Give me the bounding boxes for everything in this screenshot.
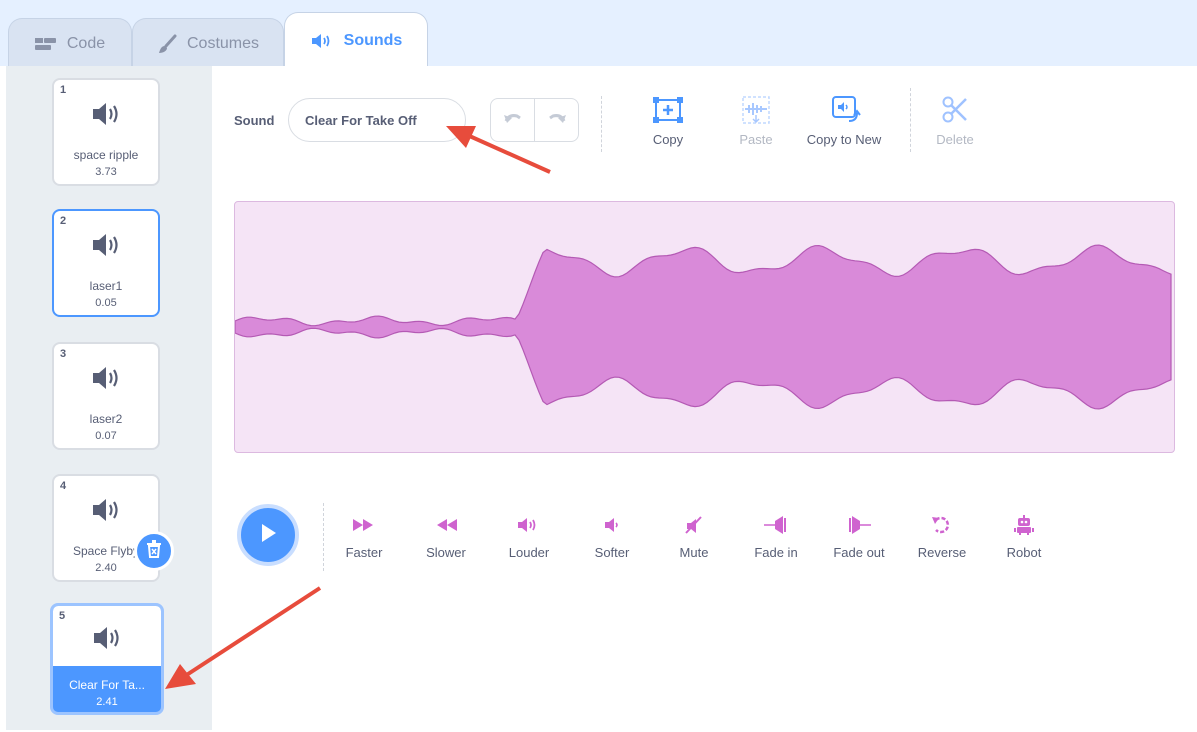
speaker-icon xyxy=(90,231,126,264)
effect-fade-in-button[interactable]: Fade in xyxy=(736,513,816,560)
effect-softer-label: Softer xyxy=(594,545,630,560)
effect-slower-label: Slower xyxy=(426,545,466,560)
code-icon xyxy=(34,37,57,51)
effect-fade-in-label: Fade in xyxy=(754,545,798,560)
play-button[interactable] xyxy=(237,504,299,566)
sound-item-1[interactable]: 1 space ripple 3.73 xyxy=(52,78,160,186)
sound-name: laser1 xyxy=(89,279,123,293)
faster-icon xyxy=(324,513,404,537)
waveform xyxy=(235,244,1172,410)
speaker-icon xyxy=(90,496,126,529)
undo-icon xyxy=(503,111,523,129)
redo-button[interactable] xyxy=(534,99,578,141)
effect-reverse-label: Reverse xyxy=(917,545,967,560)
brush-icon xyxy=(157,34,177,54)
effect-softer-button[interactable]: Softer xyxy=(572,513,652,560)
delete-label: Delete xyxy=(936,132,974,147)
sound-name-label: Sound xyxy=(234,113,275,128)
scissors-icon xyxy=(940,96,970,128)
slower-icon xyxy=(406,513,486,537)
sound-item-2[interactable]: 2 laser1 0.05 xyxy=(52,209,160,317)
tab-sounds-label: Sounds xyxy=(343,31,403,49)
waveform-panel[interactable] xyxy=(234,201,1175,453)
sound-item-5[interactable]: 5 Clear For Ta... 2.41 xyxy=(50,603,164,715)
effect-faster-button[interactable]: Faster xyxy=(324,513,404,560)
effect-mute-button[interactable]: Mute xyxy=(654,513,734,560)
tab-code-label: Code xyxy=(66,34,106,52)
sound-duration: 3.73 xyxy=(95,166,117,178)
effect-fade-out-button[interactable]: Fade out xyxy=(819,513,899,560)
copy-icon xyxy=(651,97,685,128)
copy-to-new-icon xyxy=(827,96,861,128)
tab-code[interactable]: Code xyxy=(8,18,132,68)
waveform-shape xyxy=(235,244,1172,410)
paste-button[interactable]: Paste xyxy=(727,95,785,147)
undo-redo-group xyxy=(490,98,579,142)
paste-label: Paste xyxy=(739,132,773,147)
fade-out-icon xyxy=(819,513,899,537)
fade-in-icon xyxy=(736,513,816,537)
robot-icon xyxy=(984,513,1064,537)
sound-name: laser2 xyxy=(89,412,123,426)
toolbar-divider xyxy=(910,88,911,152)
effect-robot-label: Robot xyxy=(1006,545,1042,560)
effect-faster-label: Faster xyxy=(345,545,383,560)
louder-icon xyxy=(489,513,569,537)
copy-label: Copy xyxy=(652,132,684,147)
speaker-icon xyxy=(90,364,126,397)
copy-to-new-label: Copy to New xyxy=(806,132,882,147)
effect-slower-button[interactable]: Slower xyxy=(406,513,486,560)
sound-name: Clear For Ta... xyxy=(69,678,145,692)
effect-mute-label: Mute xyxy=(679,545,709,560)
undo-button[interactable] xyxy=(491,99,534,141)
sound-number: 4 xyxy=(60,480,67,492)
tab-costumes[interactable]: Costumes xyxy=(132,18,284,68)
effect-louder-label: Louder xyxy=(508,545,550,560)
sound-name: space ripple xyxy=(73,148,139,162)
softer-icon xyxy=(572,513,652,537)
sound-duration: 2.41 xyxy=(96,696,118,708)
paste-icon xyxy=(739,96,773,128)
speaker-icon xyxy=(90,100,126,133)
mute-icon xyxy=(654,513,734,537)
speaker-icon xyxy=(91,624,127,657)
effect-fade-out-label: Fade out xyxy=(833,545,885,560)
tab-costumes-label: Costumes xyxy=(186,34,260,52)
sound-number: 3 xyxy=(60,348,67,360)
sound-item-3[interactable]: 3 laser2 0.07 xyxy=(52,342,160,450)
copy-button[interactable]: Copy xyxy=(638,95,698,147)
sound-duration: 0.05 xyxy=(95,297,117,309)
reverse-icon xyxy=(902,513,982,537)
delete-sound-button[interactable] xyxy=(134,531,174,571)
trash-icon xyxy=(146,539,162,563)
speaker-icon xyxy=(310,32,334,50)
toolbar-divider xyxy=(601,96,602,152)
editor-tabs: Code Costumes Sounds xyxy=(0,0,1197,68)
sound-number: 1 xyxy=(60,84,67,96)
sound-number: 2 xyxy=(60,215,67,227)
effect-reverse-button[interactable]: Reverse xyxy=(902,513,982,560)
sound-number: 5 xyxy=(59,610,66,622)
effect-louder-button[interactable]: Louder xyxy=(489,513,569,560)
tab-sounds[interactable]: Sounds xyxy=(284,12,428,68)
sound-duration: 0.07 xyxy=(95,430,117,442)
delete-button[interactable]: Delete xyxy=(926,95,984,147)
play-icon xyxy=(258,522,278,549)
effect-robot-button[interactable]: Robot xyxy=(984,513,1064,560)
redo-icon xyxy=(547,111,567,129)
copy-to-new-button[interactable]: Copy to New xyxy=(798,95,890,147)
sound-name-input[interactable] xyxy=(288,98,466,142)
